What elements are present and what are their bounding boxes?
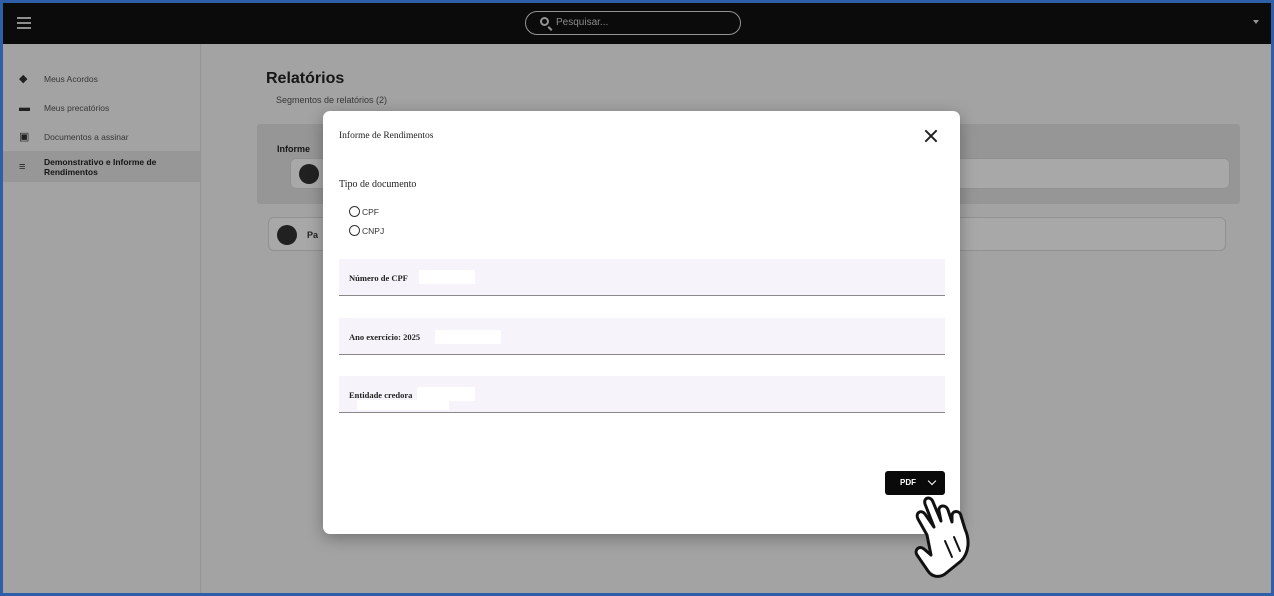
close-icon[interactable] <box>924 129 938 143</box>
redacted-value <box>435 330 501 344</box>
radio-circle <box>349 206 360 217</box>
exercise-year-field[interactable]: Ano exercício: 2025 <box>339 318 945 355</box>
cpf-number-field[interactable]: Número de CPF <box>339 259 945 296</box>
radio-label: CNPJ <box>362 225 385 236</box>
radio-cnpj[interactable]: CNPJ <box>349 225 384 236</box>
informe-dialog: Informe de Rendimentos Tipo de documento… <box>323 111 960 534</box>
redacted-value <box>417 387 475 401</box>
hand-pointer-icon <box>914 496 970 578</box>
field-label: Ano exercício: 2025 <box>349 332 421 342</box>
redacted-value <box>357 400 449 410</box>
doc-type-label: Tipo de documento <box>339 179 417 190</box>
radio-label: CPF <box>362 206 379 217</box>
radio-cpf[interactable]: CPF <box>349 206 379 217</box>
dialog-title: Informe de Rendimentos <box>339 131 434 141</box>
chevron-down-icon <box>927 476 937 486</box>
field-label: Número de CPF <box>349 273 408 283</box>
pdf-button-label: PDF <box>900 478 916 487</box>
radio-circle <box>349 225 360 236</box>
redacted-value <box>419 270 475 284</box>
app-window: Pesquisar... ◆ Meus Acordos ▬ Meus preca… <box>0 0 1274 596</box>
field-label: Entidade credora <box>349 390 413 400</box>
creditor-entity-field[interactable]: Entidade credora <box>339 376 945 413</box>
